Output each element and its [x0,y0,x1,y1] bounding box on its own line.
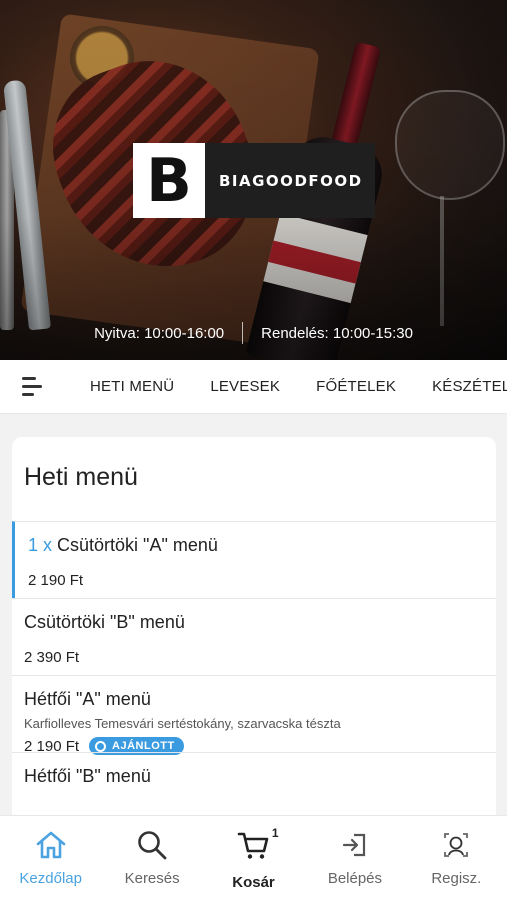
cart-icon [237,832,268,859]
item-name: Csütörtöki "B" menü [24,612,185,632]
menu-item[interactable]: 1 x Csütörtöki "A" menü 2 190 Ft [12,521,496,598]
open-hours-text: Nyitva: 10:00-16:00 [94,324,225,342]
bottom-navigation: Kezdőlap Keresés 1 Kosár Belépés Regisz. [0,815,507,900]
item-name: Csütörtöki "A" menü [57,535,218,555]
category-tab[interactable]: HETI MENÜ [90,378,174,395]
item-quantity: 1 x [28,535,53,555]
category-tab[interactable]: FŐÉTELEK [316,378,396,395]
nav-cart[interactable]: 1 Kosár [203,816,304,900]
section-title: Heti menü [24,463,138,491]
login-icon [342,833,366,857]
nav-login[interactable]: Belépés [304,816,405,900]
nav-home[interactable]: Kezdőlap [0,816,101,900]
category-bar: HETI MENÜ LEVESEK FŐÉTELEK KÉSZÉTELE [0,360,507,414]
nav-register[interactable]: Regisz. [406,816,507,900]
home-icon [36,831,66,859]
cart-count: 1 [271,826,279,840]
menu-item[interactable]: Csütörtöki "B" menü 2 390 Ft [12,598,496,675]
flame-icon [95,740,107,752]
register-avatar-icon [444,833,469,857]
brand-name: BIAGOODFOOD [219,171,363,190]
search-icon [138,831,167,860]
item-name: Hétfői "A" menü [24,689,151,709]
item-price: 2 390 Ft [24,649,80,666]
item-name: Hétfői "B" menü [24,766,151,786]
nav-search[interactable]: Keresés [101,816,202,900]
menu-section-card: Heti menü 1 x Csütörtöki "A" menü 2 190 … [12,437,496,837]
category-menu-icon[interactable] [0,360,62,413]
logo-mark: B [133,143,205,218]
opening-hours: Nyitva: 10:00-16:00 Rendelés: 10:00-15:3… [0,322,507,344]
item-description: Karfiolleves Temesvári sertéstokány, sza… [24,716,341,731]
brand-logo: B BIAGOODFOOD [133,143,375,218]
order-hours-text: Rendelés: 10:00-15:30 [261,324,413,342]
menu-item[interactable]: Hétfői "A" menü Karfiolleves Temesvári s… [12,675,496,755]
hero-banner: B BIAGOODFOOD Nyitva: 10:00-16:00 Rendel… [0,0,507,360]
item-price: 2 190 Ft [28,572,84,589]
category-tab[interactable]: KÉSZÉTELE [432,378,507,395]
category-tab[interactable]: LEVESEK [210,378,280,395]
divider [242,322,244,344]
